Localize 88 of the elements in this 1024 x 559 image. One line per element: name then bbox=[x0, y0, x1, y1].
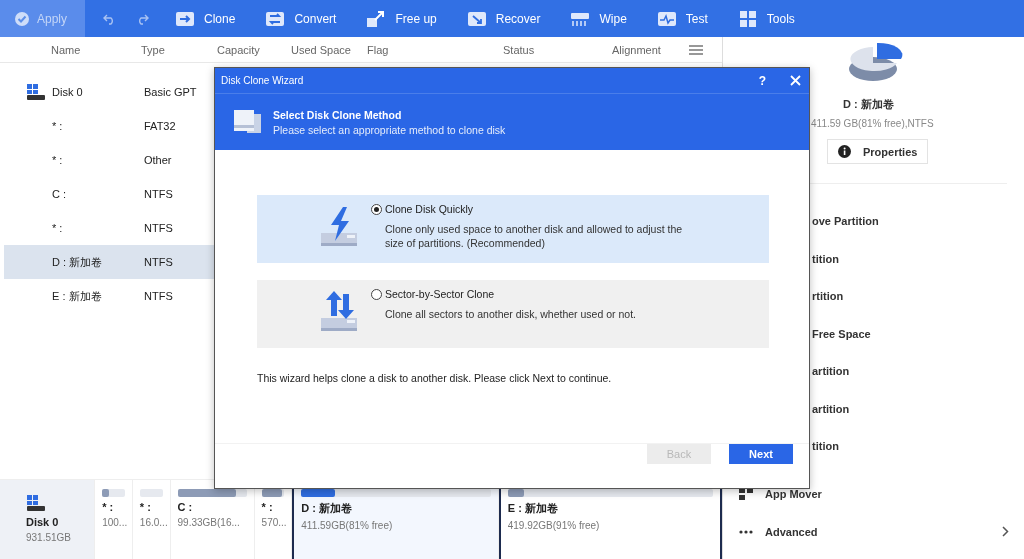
clone-icon bbox=[175, 9, 196, 28]
name-cell: * : bbox=[52, 154, 63, 166]
column-settings-icon[interactable] bbox=[688, 43, 704, 56]
name-cell: E : 新加卷 bbox=[52, 288, 102, 304]
option-title: Clone Disk Quickly bbox=[385, 203, 474, 215]
dialog-subheading: Please select an appropriate method to clone disk bbox=[273, 123, 506, 136]
partition-name: * : bbox=[261, 501, 274, 513]
usage-bar bbox=[261, 489, 285, 497]
option-card[interactable]: Clone Disk Quickly Clone only used space to another disk and allowed to adjust the size of partitions. (Recommended) bbox=[257, 195, 769, 263]
usage-bar bbox=[177, 489, 247, 497]
toolbar-button[interactable]: Tools bbox=[729, 9, 803, 28]
partition-info: 100... bbox=[102, 517, 125, 528]
partition-info: 99.33GB(16... bbox=[177, 517, 241, 528]
type-cell: FAT32 bbox=[144, 120, 176, 132]
table-row[interactable]: * : NTFS bbox=[4, 211, 214, 245]
column-header[interactable]: Name bbox=[51, 43, 81, 56]
info-icon bbox=[838, 145, 851, 158]
column-header[interactable]: Status bbox=[503, 43, 535, 56]
partition-info: 931.51GB bbox=[26, 532, 73, 543]
disk-clone-icon bbox=[233, 109, 263, 135]
partition-name: * : bbox=[139, 501, 152, 513]
column-header[interactable]: Used Space bbox=[291, 43, 351, 56]
disk-icon bbox=[26, 83, 46, 101]
help-button[interactable]: ? bbox=[754, 73, 770, 88]
column-header[interactable]: Capacity bbox=[217, 43, 260, 56]
partition-info: 570... bbox=[261, 517, 285, 528]
recover-icon bbox=[466, 9, 487, 28]
convert-icon bbox=[265, 9, 286, 28]
volume-name: D : 新加卷 bbox=[843, 97, 894, 112]
properties-button[interactable]: Properties bbox=[827, 139, 929, 164]
option-description: Clone all sectors to another disk, whether used or not. bbox=[385, 307, 637, 321]
toolbar-button[interactable]: Free up bbox=[358, 9, 445, 28]
column-header[interactable]: Flag bbox=[367, 43, 389, 56]
radio-button[interactable] bbox=[371, 203, 382, 215]
partition-info: 419.92GB(91% free) bbox=[507, 520, 601, 531]
name-cell: * : bbox=[52, 222, 63, 234]
partition-name: D : 新加卷 bbox=[301, 501, 354, 516]
table-row[interactable]: Disk 0 Basic GPT bbox=[4, 75, 214, 109]
table-row[interactable]: * : FAT32 bbox=[4, 109, 214, 143]
pulse-icon bbox=[656, 9, 677, 28]
name-cell: C : bbox=[52, 188, 67, 200]
table-row[interactable]: C : NTFS bbox=[4, 177, 214, 211]
grid-icon bbox=[737, 9, 758, 28]
partition-name: E : 新加卷 bbox=[507, 501, 559, 516]
usage-bar bbox=[139, 489, 163, 497]
more-icon bbox=[739, 529, 753, 534]
toolbar-button[interactable]: Recover bbox=[458, 9, 549, 28]
name-cell: * : bbox=[52, 120, 63, 132]
partition-name: * : bbox=[102, 501, 115, 513]
name-cell: D : 新加卷 bbox=[52, 254, 103, 270]
type-cell: NTFS bbox=[144, 256, 173, 268]
next-button[interactable]: Next bbox=[729, 444, 793, 464]
toolbar-button[interactable]: Clone bbox=[167, 9, 244, 28]
table-row[interactable]: D : 新加卷 NTFS bbox=[4, 245, 214, 279]
type-cell: NTFS bbox=[144, 290, 173, 302]
toolbar-button[interactable]: Convert bbox=[257, 9, 345, 28]
toolbar-button[interactable]: Wipe bbox=[562, 9, 635, 28]
partition-info: 411.59GB(81% free) bbox=[301, 520, 394, 531]
radio-button[interactable] bbox=[371, 288, 382, 300]
type-cell: NTFS bbox=[144, 222, 173, 234]
table-row[interactable]: * : Other bbox=[4, 143, 214, 177]
option-card[interactable]: Sector-by-Sector Clone Clone all sectors to another disk, whether used or not. bbox=[257, 280, 769, 348]
volume-details: 411.59 GB(81% free),NTFS bbox=[811, 118, 934, 129]
disk-map-cell[interactable]: * : 16.0... bbox=[132, 480, 171, 559]
partition-name: Disk 0 bbox=[26, 516, 60, 528]
resize-icon bbox=[366, 9, 387, 28]
disk-icon bbox=[26, 494, 46, 512]
disk-map-cell[interactable]: * : 100... bbox=[95, 480, 133, 559]
column-header[interactable]: Type bbox=[141, 43, 165, 56]
type-cell: Other bbox=[144, 154, 172, 166]
type-cell: NTFS bbox=[144, 188, 173, 200]
table-row[interactable]: E : 新加卷 NTFS bbox=[4, 279, 214, 313]
column-header[interactable]: Alignment bbox=[612, 43, 661, 56]
option-description: Clone only used space to another disk and allowed to adjust the size of partitions. (Recommended) bbox=[385, 222, 684, 250]
check-icon bbox=[14, 10, 30, 27]
dialog-title: Disk Clone Wizard bbox=[221, 75, 304, 86]
dialog-heading: Select Disk Clone Method bbox=[273, 108, 403, 121]
usage-bar bbox=[102, 489, 125, 497]
chevron-icon bbox=[1002, 526, 1009, 537]
partition-name: C : bbox=[177, 501, 194, 513]
wizard-note: This wizard helps clone a disk to another disk. Please click Next to continue. bbox=[257, 372, 613, 384]
toolbar-button[interactable]: Test bbox=[648, 9, 716, 28]
name-cell: Disk 0 bbox=[52, 86, 83, 98]
menu-item[interactable]: Advanced bbox=[739, 512, 1009, 551]
disk-map-cell[interactable]: Disk 0 931.51GB bbox=[0, 480, 96, 559]
close-icon[interactable] bbox=[790, 75, 801, 86]
option-title: Sector-by-Sector Clone bbox=[385, 288, 495, 300]
type-cell: Basic GPT bbox=[144, 86, 197, 98]
